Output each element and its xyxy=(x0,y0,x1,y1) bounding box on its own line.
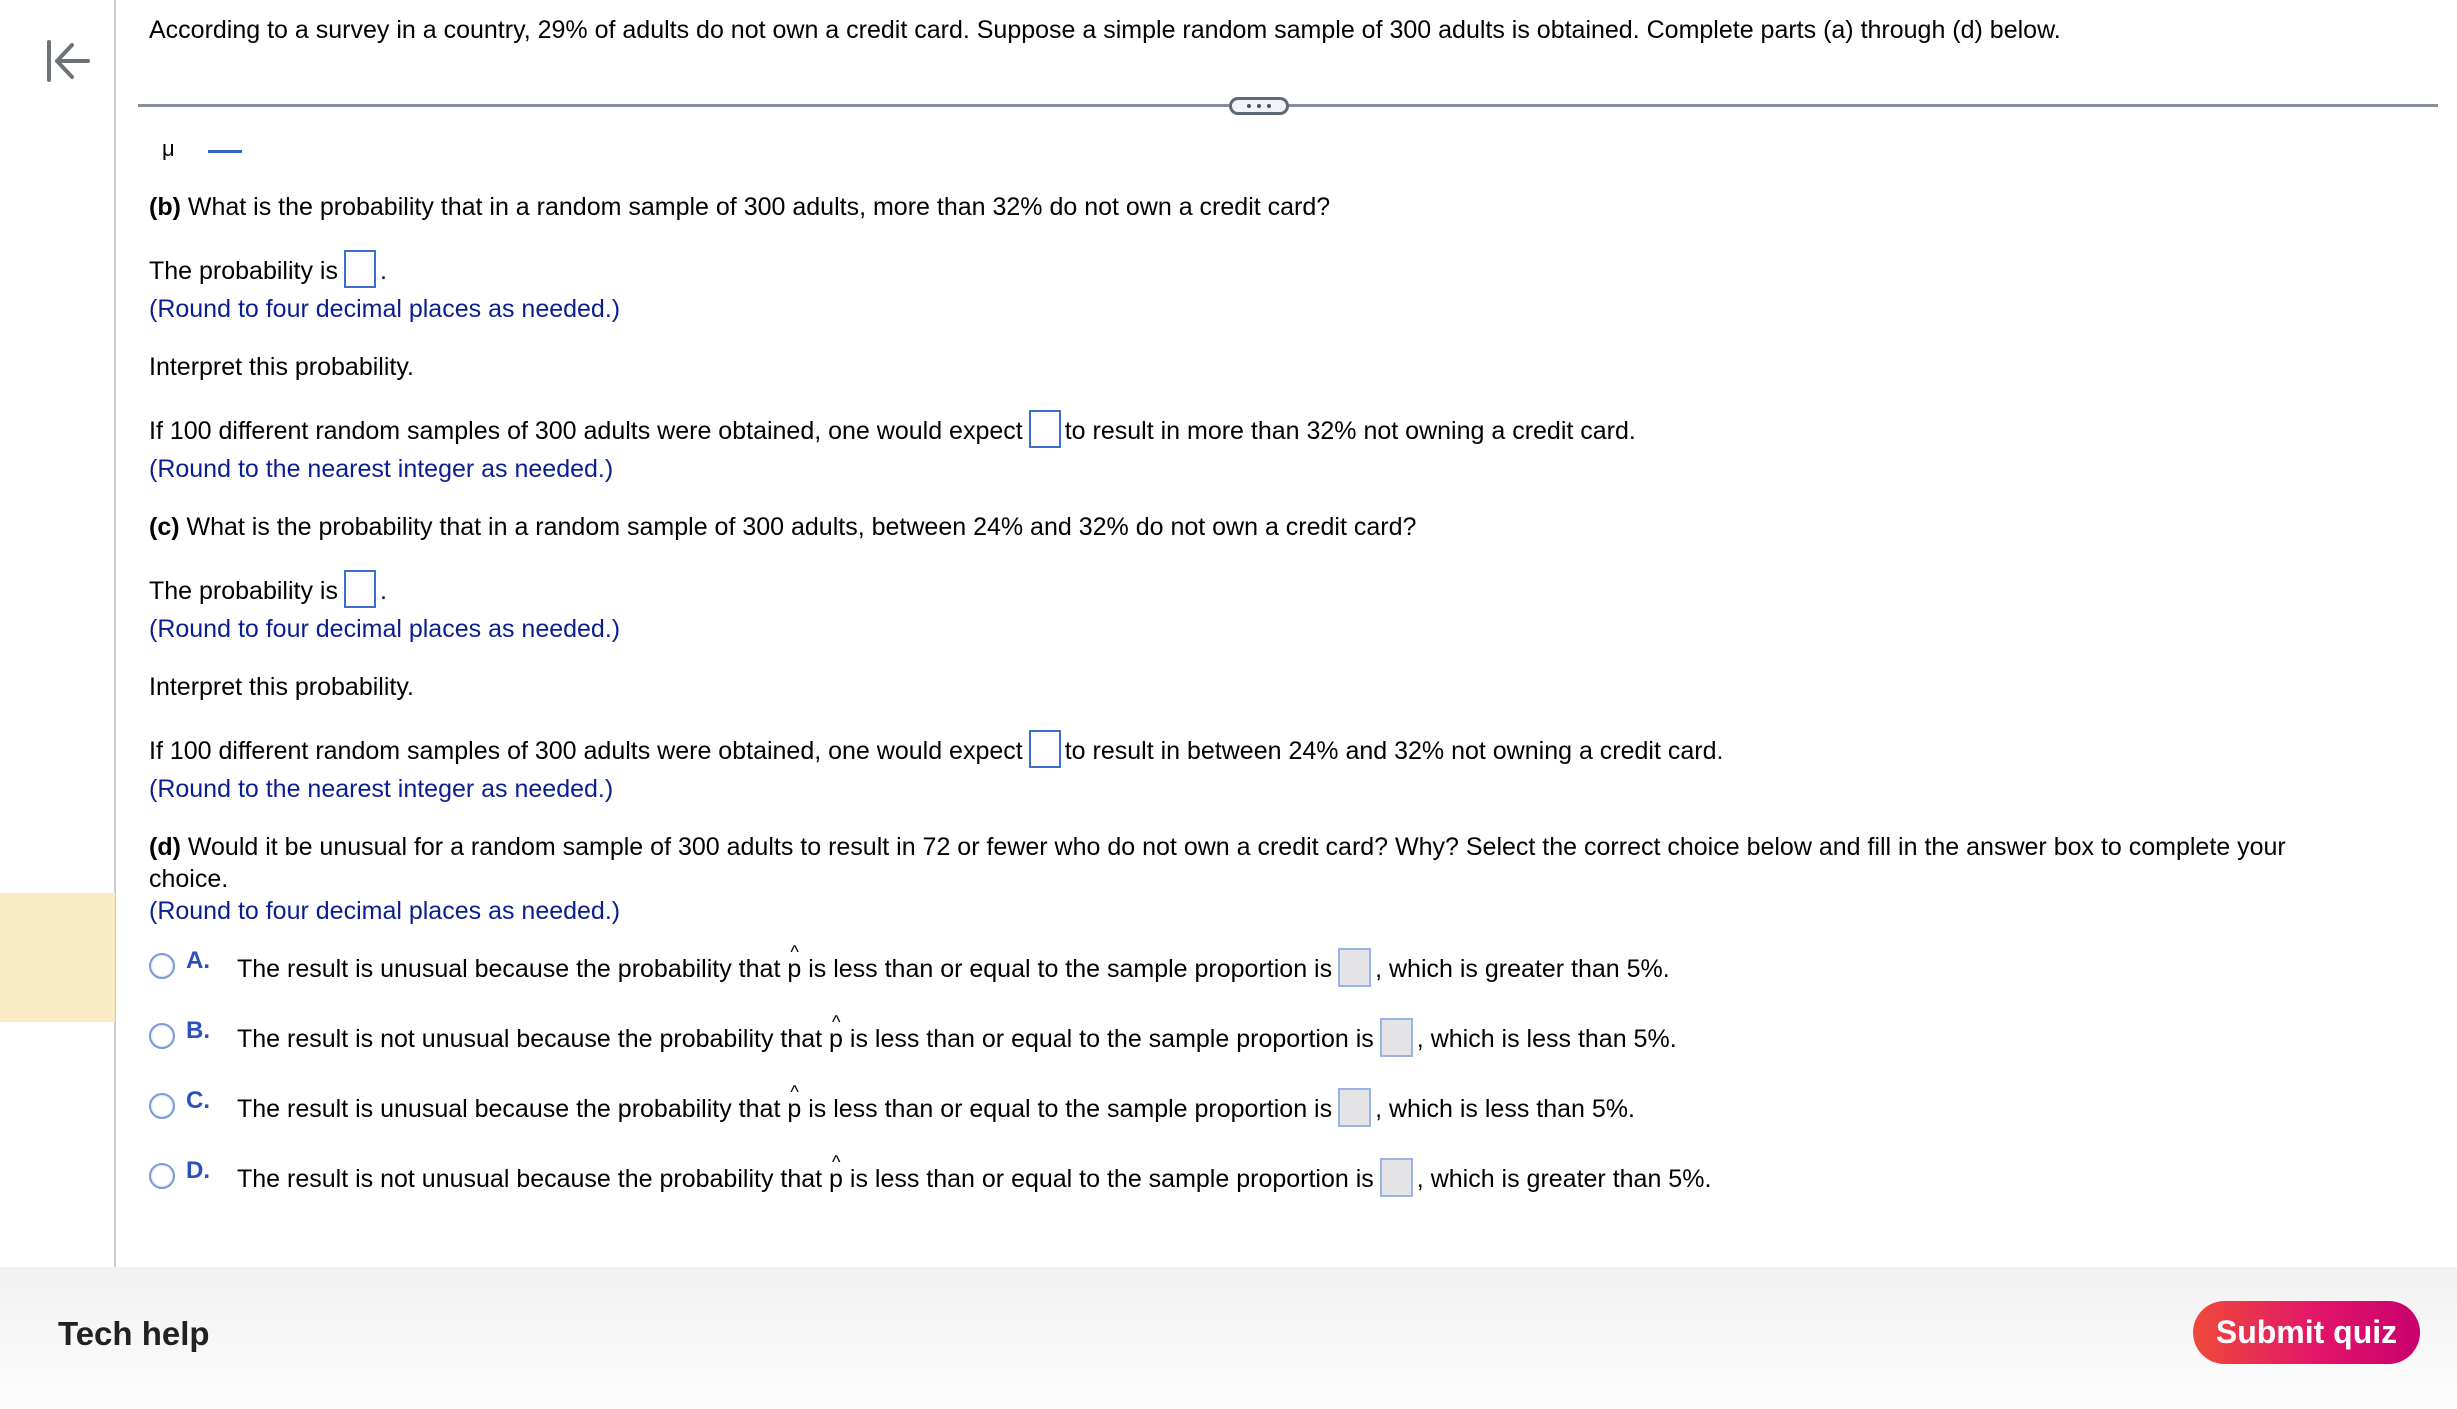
option-c-answer-input[interactable] xyxy=(1338,1087,1372,1127)
part-c-probability-hint: (Round to four decimal places as needed.… xyxy=(149,615,621,643)
prob-suffix: . xyxy=(379,257,387,285)
p-hat-symbol: p xyxy=(829,1146,843,1195)
part-b-expect-line: If 100 different random samples of 300 a… xyxy=(149,410,1636,449)
submit-quiz-button[interactable]: Submit quiz xyxy=(2193,1301,2420,1364)
part-b-question-text: What is the probability that in a random… xyxy=(180,193,1331,221)
dot-icon xyxy=(1257,104,1261,108)
option-a-answer-input[interactable] xyxy=(1338,947,1372,987)
current-question-highlight xyxy=(0,893,115,1022)
option-text-pre: The result is not unusual because the pr… xyxy=(237,1025,830,1053)
part-c-probability-line: The probability is. xyxy=(149,570,387,609)
part-b-question: (b) What is the probability that in a ra… xyxy=(149,191,1330,223)
question-panel: According to a survey in a country, 29% … xyxy=(118,0,2457,1267)
option-b-answer-input[interactable] xyxy=(1379,1017,1413,1057)
left-sidebar xyxy=(0,0,116,1267)
clipped-part-a-fragment: μ xyxy=(162,136,175,161)
expect-prefix: If 100 different random samples of 300 a… xyxy=(149,417,1023,445)
part-c-label: (c) xyxy=(149,513,180,541)
prob-prefix: The probability is xyxy=(149,257,338,285)
option-text-pre: The result is unusual because the probab… xyxy=(237,1095,788,1123)
option-a-radio[interactable] xyxy=(149,953,175,979)
option-text-post: , which is less than 5%. xyxy=(1416,1025,1677,1053)
option-text-post: , which is greater than 5%. xyxy=(1416,1165,1712,1193)
part-c-probability-input[interactable] xyxy=(343,570,376,609)
part-b-probability-line: The probability is. xyxy=(149,250,387,289)
part-b-expect-hint: (Round to the nearest integer as needed.… xyxy=(149,455,614,483)
part-b-label: (b) xyxy=(149,193,181,221)
part-c-interpret-label: Interpret this probability. xyxy=(149,673,414,701)
option-text-mid: is less than or equal to the sample prop… xyxy=(801,1095,1333,1123)
dot-icon xyxy=(1247,104,1251,108)
option-text-post: , which is greater than 5%. xyxy=(1375,955,1670,983)
prob-prefix: The probability is xyxy=(149,577,338,605)
part-d-question-text: Would it be unusual for a random sample … xyxy=(180,833,2286,861)
part-c-expect-hint: (Round to the nearest integer as needed.… xyxy=(149,775,614,803)
expand-more-button[interactable] xyxy=(1229,97,1289,115)
part-c-expect-input[interactable] xyxy=(1028,730,1061,769)
part-c-question: (c) What is the probability that in a ra… xyxy=(149,511,1416,543)
part-b-expect-input[interactable] xyxy=(1028,410,1061,449)
prob-suffix: . xyxy=(379,577,387,605)
part-d-question-continued: choice. xyxy=(149,865,229,893)
question-intro: According to a survey in a country, 29% … xyxy=(149,16,2061,44)
part-c-expect-line: If 100 different random samples of 300 a… xyxy=(149,730,1724,769)
option-text-mid: is less than or equal to the sample prop… xyxy=(842,1165,1374,1193)
part-c-question-text: What is the probability that in a random… xyxy=(179,513,1417,541)
p-hat-symbol: p xyxy=(787,1076,801,1125)
option-d-answer-input[interactable] xyxy=(1379,1157,1413,1197)
option-b-text: The result is not unusual because the pr… xyxy=(237,1006,1677,1057)
part-d-label: (d) xyxy=(149,833,181,861)
option-text-mid: is less than or equal to the sample prop… xyxy=(801,955,1333,983)
expect-suffix: to result in between 24% and 32% not own… xyxy=(1064,737,1724,765)
part-b-probability-input[interactable] xyxy=(343,250,376,289)
option-text-pre: The result is unusual because the probab… xyxy=(237,955,788,983)
option-c-radio[interactable] xyxy=(149,1093,175,1119)
option-text-post: , which is less than 5%. xyxy=(1375,1095,1635,1123)
expect-prefix: If 100 different random samples of 300 a… xyxy=(149,737,1023,765)
option-b-radio[interactable] xyxy=(149,1023,175,1049)
dot-icon xyxy=(1267,104,1271,108)
option-a-text: The result is unusual because the probab… xyxy=(237,936,1670,987)
clipped-answer-underline xyxy=(208,150,242,153)
option-a-letter: A. xyxy=(186,947,210,974)
option-text-mid: is less than or equal to the sample prop… xyxy=(842,1025,1374,1053)
expect-suffix: to result in more than 32% not owning a … xyxy=(1064,417,1636,445)
option-d-letter: D. xyxy=(186,1157,210,1184)
part-b-interpret-label: Interpret this probability. xyxy=(149,353,414,381)
p-hat-symbol: p xyxy=(829,1006,843,1055)
part-d-question: (d) Would it be unusual for a random sam… xyxy=(149,831,2286,863)
part-d-hint: (Round to four decimal places as needed.… xyxy=(149,897,621,925)
option-text-pre: The result is not unusual because the pr… xyxy=(237,1165,830,1193)
option-d-radio[interactable] xyxy=(149,1163,175,1189)
tech-help-link[interactable]: Tech help xyxy=(58,1315,210,1353)
option-c-letter: C. xyxy=(186,1087,210,1114)
collapse-back-icon[interactable] xyxy=(44,38,94,84)
option-d-text: The result is not unusual because the pr… xyxy=(237,1146,1712,1197)
footer-bar: Tech help Submit quiz xyxy=(0,1267,2457,1409)
option-b-letter: B. xyxy=(186,1017,210,1044)
p-hat-symbol: p xyxy=(787,936,801,985)
part-b-probability-hint: (Round to four decimal places as needed.… xyxy=(149,295,621,323)
option-c-text: The result is unusual because the probab… xyxy=(237,1076,1635,1127)
